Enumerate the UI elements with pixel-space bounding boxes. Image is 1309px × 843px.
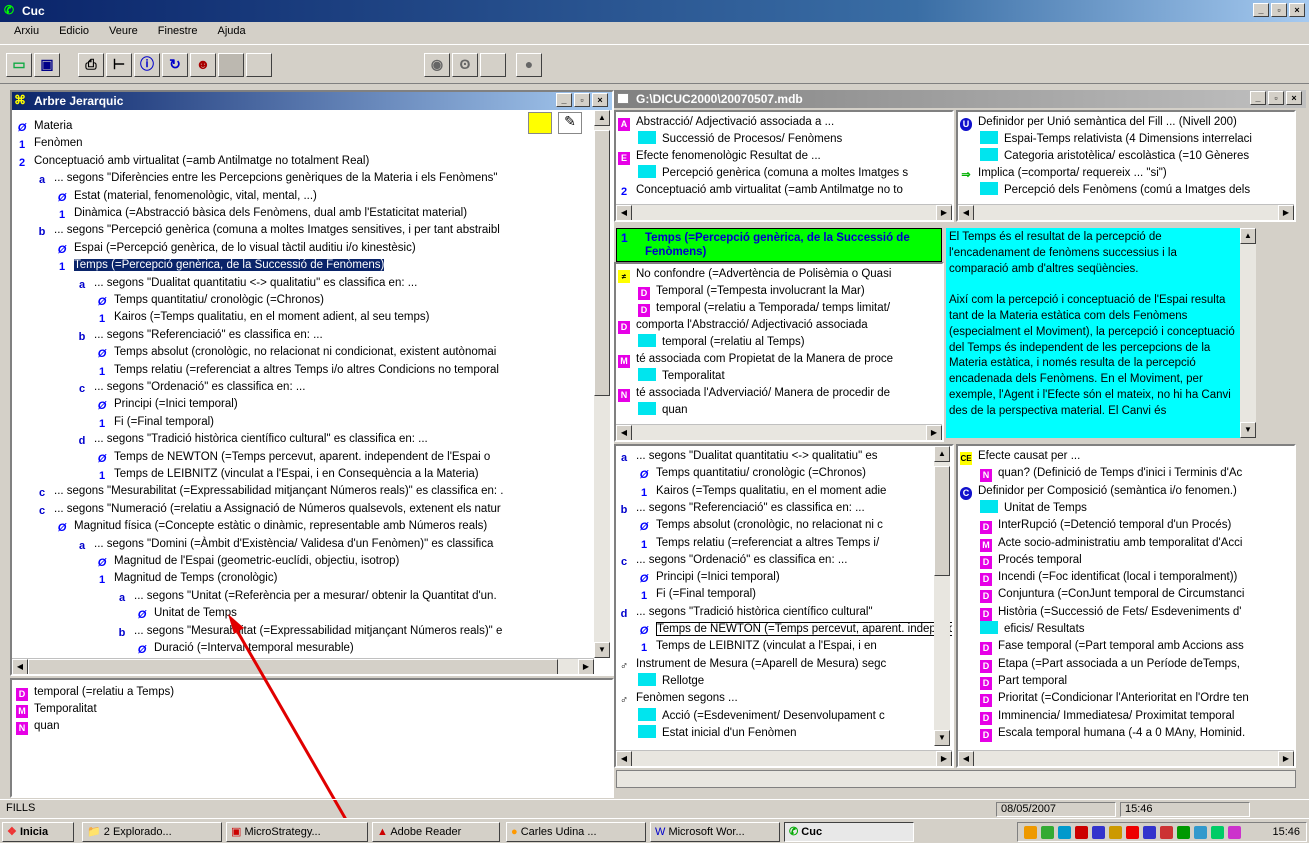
- tray-icon[interactable]: [1058, 826, 1071, 839]
- tray-icon[interactable]: [1177, 826, 1190, 839]
- status-time: 15:46: [1120, 802, 1250, 817]
- system-tray: 15:46: [1017, 822, 1307, 842]
- tray-icon[interactable]: [1211, 826, 1224, 839]
- taskbar: ❖ Inicia 📁 2 Explorado... ▣ MicroStrateg…: [0, 818, 1309, 843]
- task-word[interactable]: W Microsoft Wor...: [650, 822, 780, 842]
- tray-icon[interactable]: [1143, 826, 1156, 839]
- task-microstrategy[interactable]: ▣ MicroStrategy...: [226, 822, 368, 842]
- task-carles[interactable]: ● Carles Udina ...: [506, 822, 646, 842]
- tray-icon[interactable]: [1160, 826, 1173, 839]
- tray-icon[interactable]: [1126, 826, 1139, 839]
- tray-icon[interactable]: [1041, 826, 1054, 839]
- tray-clock: 15:46: [1272, 826, 1300, 838]
- status-text: FILLS: [6, 802, 36, 814]
- status-date: 08/05/2007: [996, 802, 1116, 817]
- tray-icon[interactable]: [1092, 826, 1105, 839]
- task-cuc[interactable]: ✆ Cuc: [784, 822, 914, 842]
- tray-icon[interactable]: [1024, 826, 1037, 839]
- red-arrow: [228, 614, 354, 831]
- start-button[interactable]: ❖ Inicia: [2, 822, 74, 842]
- task-explorer[interactable]: 📁 2 Explorado...: [82, 822, 222, 842]
- tray-icon[interactable]: [1228, 826, 1241, 839]
- tray-icon[interactable]: [1075, 826, 1088, 839]
- statusbar: FILLS 08/05/2007 15:46: [0, 799, 1309, 817]
- tray-icon[interactable]: [1109, 826, 1122, 839]
- tray-icon[interactable]: [1194, 826, 1207, 839]
- task-adobe[interactable]: ▲ Adobe Reader: [372, 822, 500, 842]
